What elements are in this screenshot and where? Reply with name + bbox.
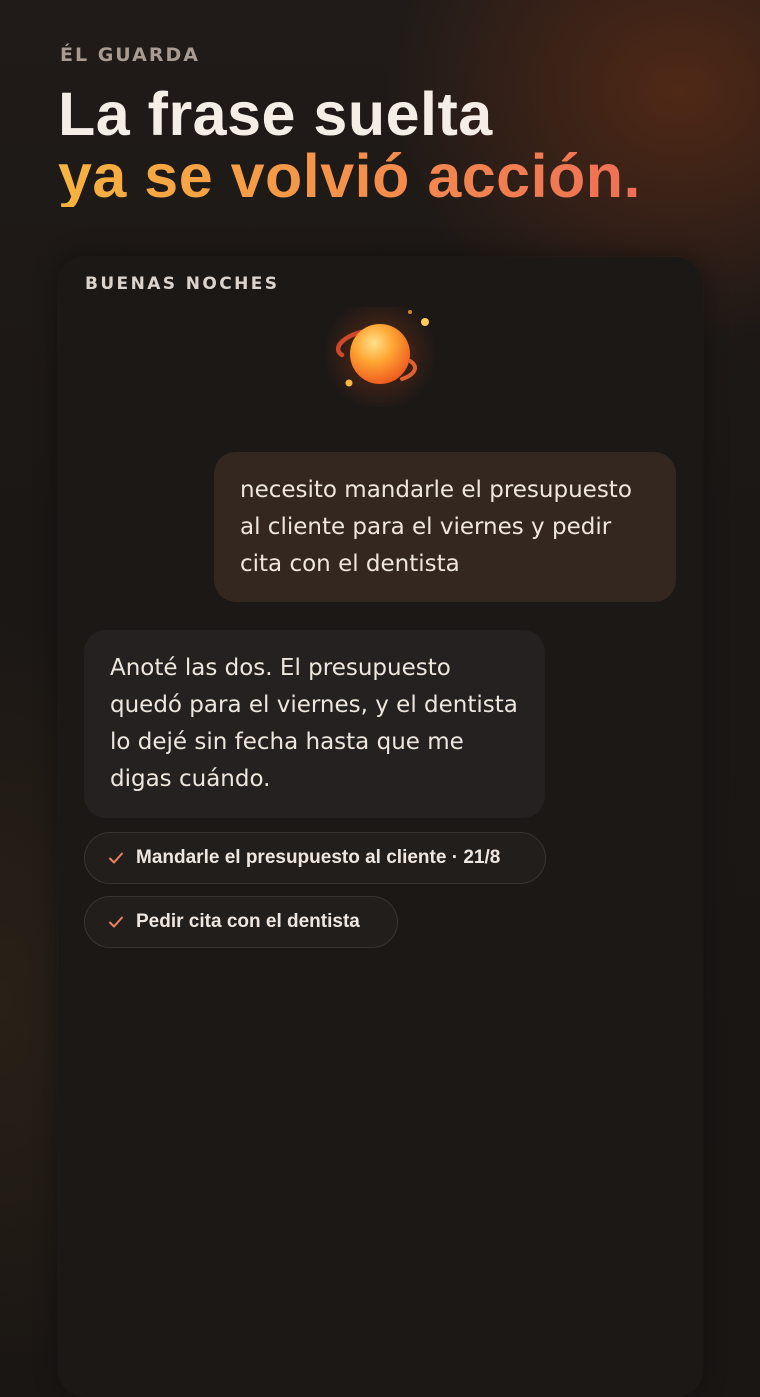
assistant-message-bubble: Anoté las dos. El presupuesto quedó para… xyxy=(84,630,545,818)
glowing-planet-icon xyxy=(320,307,460,407)
task-chip-presupuesto[interactable]: Mandarle el presupuesto al cliente · 21/… xyxy=(84,832,546,884)
check-icon xyxy=(109,916,123,928)
headline-line-1: La frase suelta xyxy=(58,80,493,148)
eyebrow-label: ÉL GUARDA xyxy=(60,44,200,66)
headline: La frase suelta ya se volvió acción. xyxy=(58,84,641,207)
task-chip-label: Pedir cita con el dentista xyxy=(136,911,360,932)
task-chip-dentista[interactable]: Pedir cita con el dentista xyxy=(84,896,398,948)
headline-line-2: ya se volvió acción. xyxy=(58,142,642,210)
greeting-label: BUENAS NOCHES xyxy=(85,274,280,294)
chat-card: BUENAS NOCHES necesito mandarle el presu… xyxy=(58,257,703,1397)
user-message-bubble: necesito mandarle el presupuesto al clie… xyxy=(214,452,676,602)
task-chip-label: Mandarle el presupuesto al cliente · 21/… xyxy=(136,847,501,868)
check-icon xyxy=(109,852,123,864)
